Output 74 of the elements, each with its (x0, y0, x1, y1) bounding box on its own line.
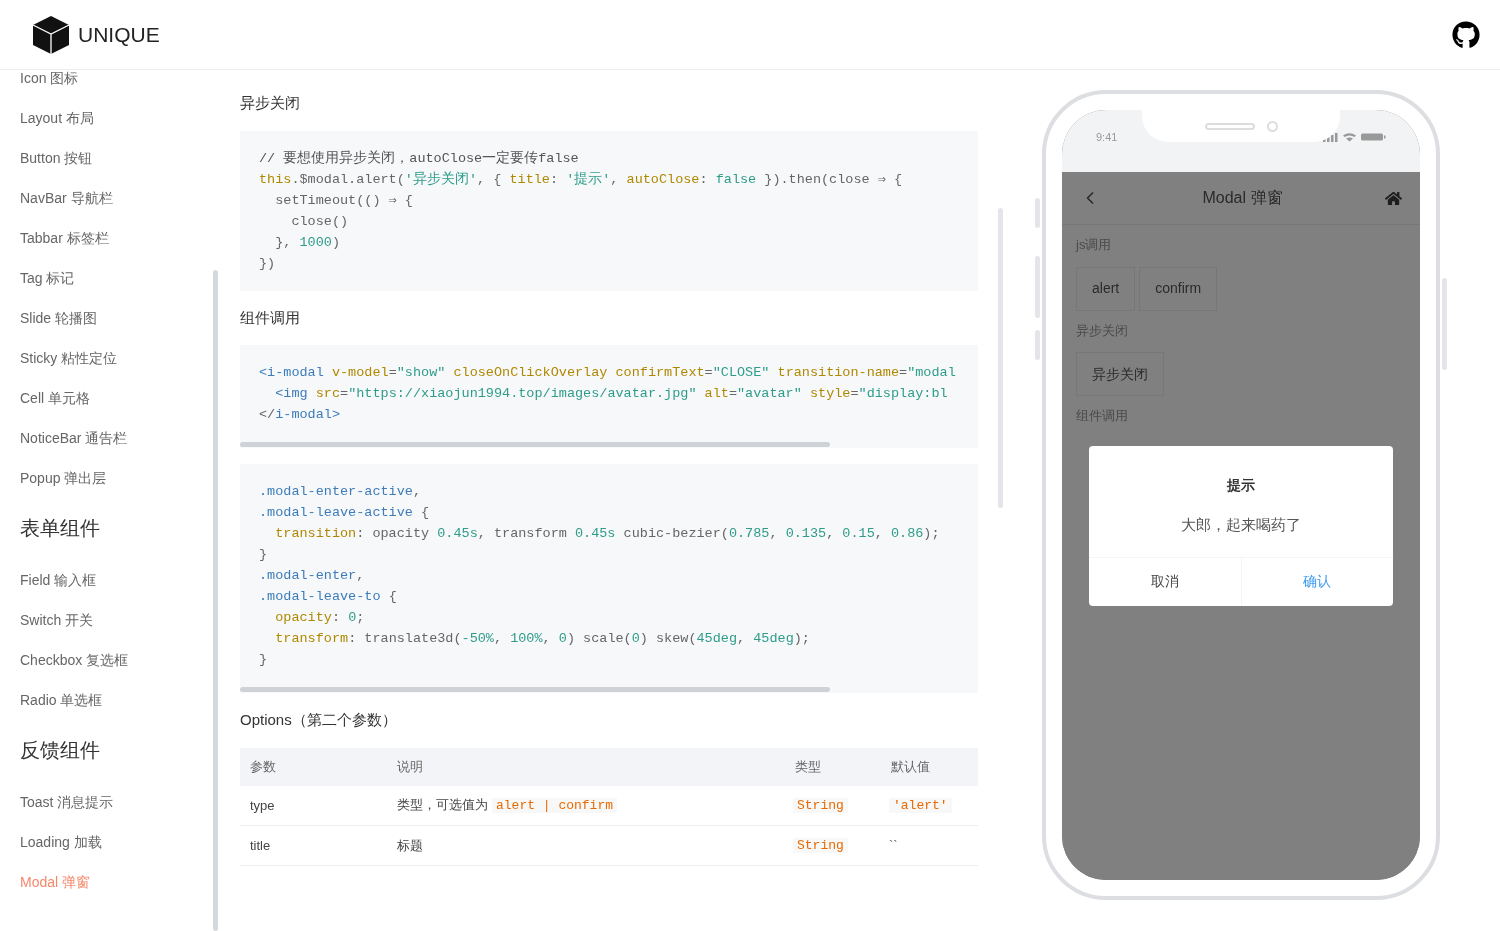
scrollbar[interactable] (240, 687, 831, 692)
scrollbar[interactable] (240, 442, 831, 447)
sidebar-item[interactable]: Cell 单元格 (20, 378, 220, 418)
code-line: </i-modal> (259, 406, 340, 424)
sidebar-item[interactable]: Layout 布局 (20, 98, 220, 138)
modal-title: 提示 (1227, 476, 1255, 495)
scrollbar[interactable] (998, 208, 1003, 508)
demo-button[interactable]: confirm (1139, 266, 1218, 311)
nav-title: Modal 弹窗 (1202, 188, 1283, 208)
sidebar-item[interactable]: Toast 消息提示 (20, 782, 220, 822)
column-header: 类型 (785, 747, 881, 786)
speaker-icon (1204, 122, 1255, 130)
code-line: <i-modal v-model="show" closeOnClickOverlay confirmText="CLOSE" transition-name="modal (259, 364, 956, 382)
sidebar-item[interactable]: Slide 轮播图 (20, 298, 220, 338)
table-cell: title (250, 837, 271, 853)
table-cell: `` (889, 837, 898, 853)
sidebar-group-title: 表单组件 (20, 516, 101, 541)
github-icon[interactable] (1452, 20, 1480, 49)
code-line: <img src="https://xiaojun1994.top/images/avatar.jpg" alt="avatar" style="display:bl (274, 385, 948, 403)
sidebar-group-title: 反馈组件 (20, 738, 101, 763)
inline-code: String (793, 838, 848, 854)
cube-logo-icon (32, 14, 70, 55)
table-cell: 类型，可选值为 (397, 797, 488, 812)
sidebar-item[interactable]: Radio 单选框 (20, 680, 220, 720)
inline-code: alert | confirm (492, 798, 618, 813)
code-line: setTimeout(() ⇒ { (274, 191, 413, 210)
sidebar-item[interactable]: Tabbar 标签栏 (20, 218, 220, 258)
sidebar-item[interactable]: Tag 标记 (20, 258, 220, 298)
status-time: 9:41 (1096, 130, 1118, 145)
sidebar-item[interactable]: Popup 弹出层 (20, 458, 220, 498)
code-line: } (259, 546, 268, 564)
code-line: close() (290, 212, 349, 231)
code-line: transition: opacity 0.45s, transform 0.45s cubic-bezier(0.785, 0.135, 0.15, 0.86); (274, 525, 940, 543)
code-line: .modal-leave-to { (259, 588, 397, 606)
demo-button[interactable]: 异步关闭 (1076, 352, 1164, 396)
signal-icon (1323, 132, 1338, 142)
sidebar-item[interactable]: NavBar 导航栏 (20, 178, 220, 218)
table-cell: 标题 (397, 837, 423, 853)
code-line: opacity: 0; (274, 609, 365, 627)
column-header: 说明 (387, 747, 785, 786)
column-header: 参数 (240, 747, 387, 786)
modal-message: 大郎，起来喝药了 (1181, 515, 1301, 535)
sidebar-item[interactable]: Sticky 粘性定位 (20, 338, 220, 378)
sidebar-item[interactable]: Field 输入框 (20, 560, 220, 600)
logo-text: UNIQUE (78, 21, 160, 48)
scrollbar[interactable] (213, 270, 218, 931)
inline-code: 'alert' (889, 798, 952, 813)
inline-code: String (793, 798, 848, 813)
code-line: .modal-enter, (259, 567, 365, 585)
sidebar-item[interactable]: Loading 加载 (20, 822, 220, 862)
sidebar-item[interactable]: Button 按钮 (20, 138, 220, 178)
code-line: this.$modal.alert('异步关闭', { title: '提示', autoClose: false }).then(close ⇒ { (259, 170, 903, 189)
camera-icon (1266, 120, 1278, 132)
sidebar-item[interactable]: Icon 图标 (20, 58, 220, 98)
wifi-icon (1343, 132, 1356, 142)
code-line: .modal-leave-active { (259, 504, 430, 522)
demo-button[interactable]: alert (1076, 266, 1136, 311)
section-heading: 异步关闭 (240, 93, 301, 113)
section-heading: Options（第二个参数） (240, 710, 398, 730)
code-line: transform: translate3d(-50%, 100%, 0) scale(0) skew(45deg, 45deg); (274, 630, 810, 648)
code-line: }) (259, 254, 276, 273)
home-icon[interactable] (1385, 189, 1402, 207)
battery-icon (1361, 133, 1386, 141)
table-cell: type (250, 797, 275, 813)
cancel-button[interactable]: 取消 (1089, 557, 1242, 606)
sidebar-item[interactable]: Switch 开关 (20, 600, 220, 640)
sidebar-item[interactable]: NoticeBar 通告栏 (20, 418, 220, 458)
sidebar-item[interactable]: Checkbox 复选框 (20, 640, 220, 680)
code-line: .modal-enter-active, (259, 483, 422, 501)
code-line: // 要想使用异步关闭，autoClose一定要传false (259, 149, 579, 168)
code-line: }, 1000) (274, 233, 341, 252)
column-header: 默认值 (881, 747, 978, 786)
section-heading: 组件调用 (240, 307, 301, 328)
code-line: } (259, 651, 268, 669)
